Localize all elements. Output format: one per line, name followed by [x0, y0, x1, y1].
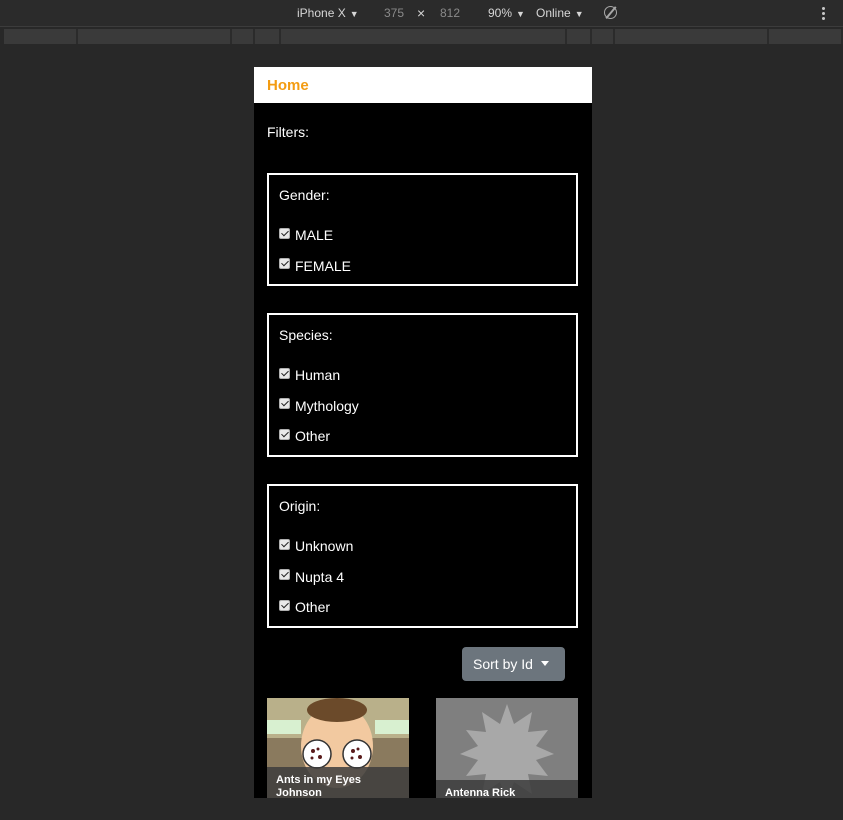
network-select[interactable]: Online ▼ — [536, 6, 584, 20]
origin-option-unknown[interactable]: Unknown — [279, 531, 567, 562]
media-query-ruler — [4, 29, 843, 44]
origin-option-nupta-4[interactable]: Nupta 4 — [279, 562, 567, 593]
sort-container: Sort by Id — [254, 628, 592, 698]
checkbox[interactable] — [279, 227, 290, 239]
gender-filter: Gender: MALE FEMALE — [267, 173, 578, 286]
option-label: Unknown — [295, 538, 354, 555]
chevron-down-icon: ▼ — [574, 9, 584, 19]
devtools-device-toolbar: iPhone X ▼ 375 × 812 90% ▼ Online ▼ — [0, 0, 843, 27]
ruler-segment[interactable] — [255, 29, 281, 44]
ruler-segment[interactable] — [232, 29, 255, 44]
navbar: Home — [254, 67, 592, 103]
species-legend: Species: — [279, 327, 333, 343]
character-grid: Ants in my Eyes Johnson Antenna Rick — [254, 698, 592, 798]
checkbox[interactable] — [279, 367, 290, 379]
checkbox[interactable] — [279, 398, 290, 410]
gender-option-male[interactable]: MALE — [279, 220, 567, 251]
gender-option-female[interactable]: FEMALE — [279, 251, 567, 282]
option-label: Other — [295, 599, 331, 616]
character-card[interactable]: Antenna Rick — [436, 698, 578, 798]
device-viewport: Home Filters: Gender: MALE FEMALE Specie… — [254, 67, 592, 798]
filters-heading: Filters: — [267, 124, 309, 140]
origin-legend: Origin: — [279, 498, 321, 514]
device-select[interactable]: iPhone X ▼ — [297, 6, 359, 20]
option-label: MALE — [295, 227, 334, 244]
ruler-segment[interactable] — [281, 29, 567, 44]
ruler-segment[interactable] — [4, 29, 78, 44]
rotate-icon[interactable] — [604, 6, 617, 19]
option-label: Nupta 4 — [295, 568, 345, 585]
caret-down-icon — [540, 660, 549, 666]
option-label: Other — [295, 428, 331, 445]
species-option-human[interactable]: Human — [279, 360, 567, 391]
home-link[interactable]: Home — [267, 77, 309, 94]
character-name: Ants in my Eyes Johnson — [267, 767, 409, 798]
chevron-down-icon: ▼ — [516, 9, 525, 19]
zoom-select[interactable]: 90% ▼ — [488, 6, 525, 20]
checkbox[interactable] — [279, 538, 290, 550]
origin-option-other[interactable]: Other — [279, 592, 567, 623]
dimension-separator: × — [417, 5, 426, 21]
species-option-mythology[interactable]: Mythology — [279, 391, 567, 422]
species-filter: Species: Human Mythology Other — [267, 313, 578, 457]
option-label: FEMALE — [295, 257, 352, 274]
option-label: Mythology — [295, 397, 359, 414]
checkbox[interactable] — [279, 258, 290, 270]
checkbox[interactable] — [279, 599, 290, 611]
origin-filter: Origin: Unknown Nupta 4 Other — [267, 484, 578, 628]
character-name: Antenna Rick — [436, 780, 578, 798]
checkbox[interactable] — [279, 428, 290, 440]
checkbox[interactable] — [279, 569, 290, 581]
species-option-other[interactable]: Other — [279, 421, 567, 452]
gender-legend: Gender: — [279, 187, 330, 203]
height-input[interactable]: 812 — [440, 6, 460, 20]
network-value: Online — [536, 6, 571, 20]
ruler-segment[interactable] — [769, 29, 843, 44]
ruler-segment[interactable] — [592, 29, 615, 44]
sort-dropdown-button[interactable]: Sort by Id — [462, 647, 565, 681]
ruler-segment[interactable] — [567, 29, 592, 44]
width-input[interactable]: 375 — [384, 6, 404, 20]
option-label: Human — [295, 367, 341, 384]
zoom-value: 90% — [488, 6, 513, 20]
sort-label: Sort by Id — [473, 656, 533, 672]
device-name: iPhone X — [297, 6, 346, 20]
ruler-segment[interactable] — [615, 29, 769, 44]
more-options-icon[interactable] — [822, 7, 825, 20]
ruler-segment[interactable] — [78, 29, 232, 44]
character-card[interactable]: Ants in my Eyes Johnson — [267, 698, 409, 798]
chevron-down-icon: ▼ — [349, 9, 359, 19]
